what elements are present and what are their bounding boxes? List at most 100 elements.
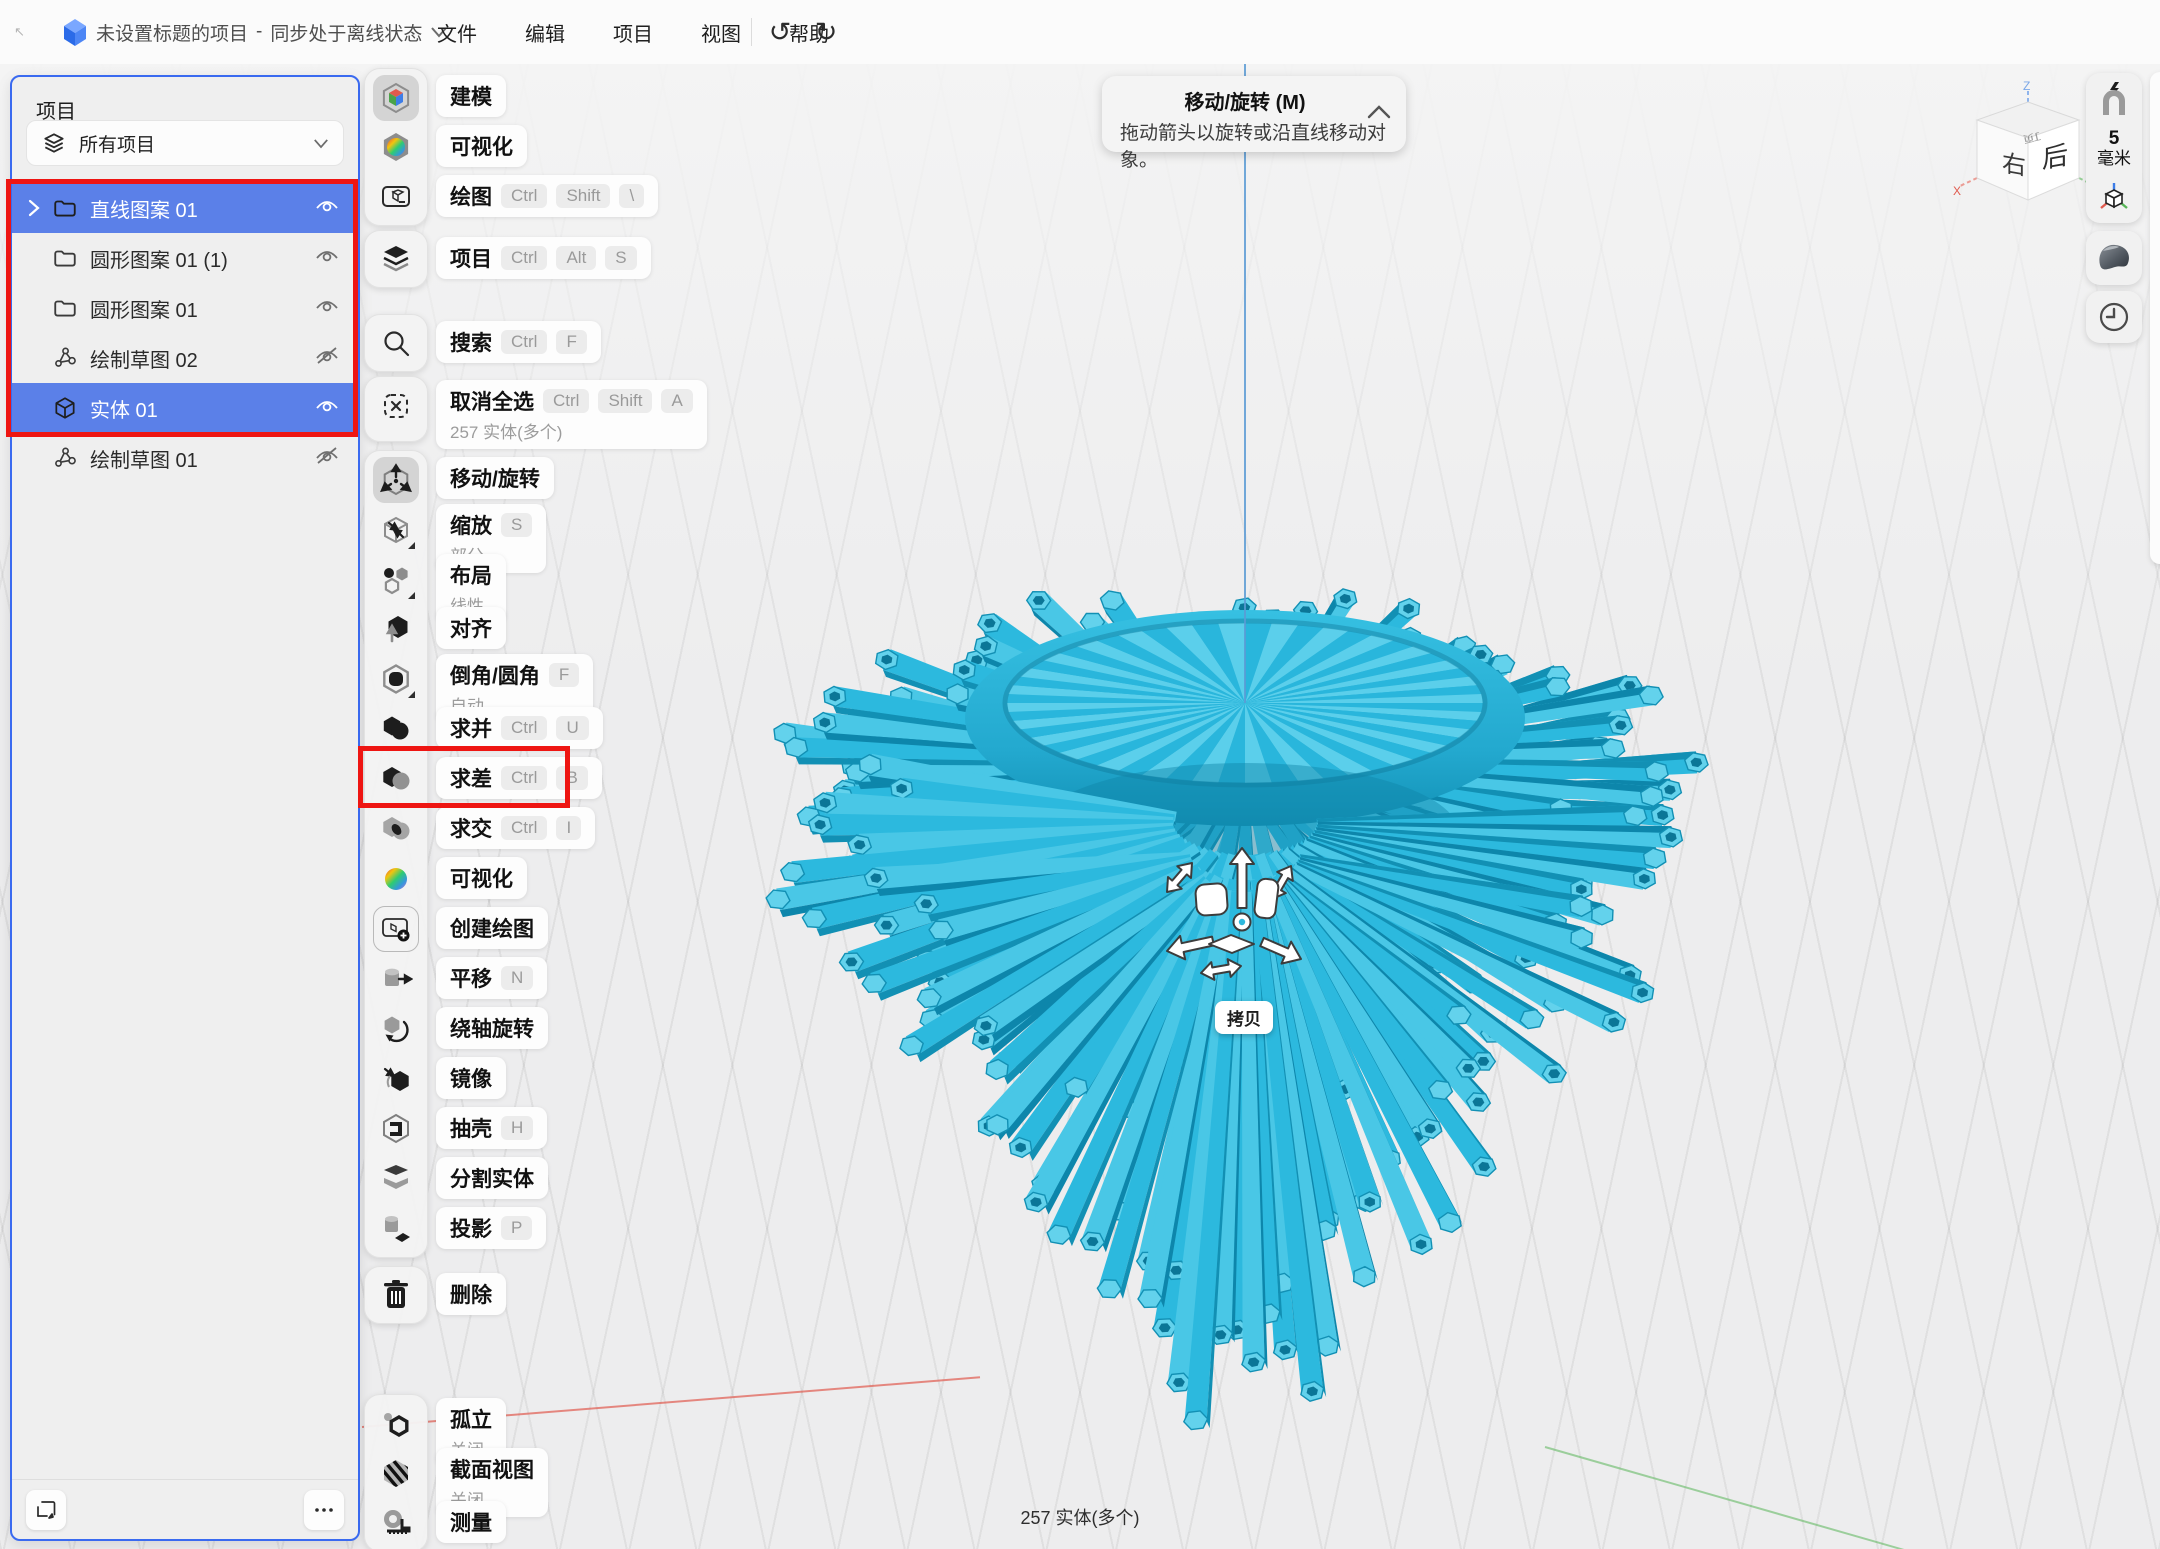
tool-title: 对齐 — [450, 613, 492, 643]
collapsed-side-panel[interactable] — [2150, 72, 2160, 564]
tree-item[interactable]: 实体 01 — [12, 383, 358, 433]
tool-group-2 — [364, 230, 428, 288]
tree-item[interactable]: 圆形图案 01 (1) — [12, 233, 358, 283]
tool-title: 求交 — [450, 813, 492, 843]
tool-title: 求并 — [450, 713, 492, 743]
tool-title: 求差 — [450, 763, 492, 793]
tool-button-fillet[interactable] — [373, 656, 419, 702]
tool-button-scale[interactable] — [373, 507, 419, 553]
tool-label-search: 搜索CtrlF — [436, 321, 601, 363]
doc-title-text: 未设置标题的项目 — [96, 19, 248, 46]
tree-item-label: 绘制草图 01 — [90, 444, 314, 473]
tool-label-create-drawing: 创建绘图 — [436, 907, 548, 949]
tool-button-search[interactable] — [373, 320, 419, 366]
shortcut-key: F — [556, 330, 586, 354]
tool-label-revolve: 绕轴旋转 — [436, 1007, 548, 1049]
tool-button-subtract[interactable] — [373, 756, 419, 802]
eye-off-icon[interactable] — [314, 345, 340, 371]
tool-button-sketch-tool[interactable] — [373, 173, 419, 219]
shortcut-key: Ctrl — [501, 816, 547, 840]
eye-icon[interactable] — [314, 195, 340, 221]
tool-button-modeling[interactable] — [373, 75, 419, 121]
tool-title: 截面视图 — [450, 1454, 534, 1484]
history-panel — [2086, 291, 2142, 343]
tool-title: 抽壳 — [450, 1113, 492, 1143]
eye-icon[interactable] — [314, 395, 340, 421]
project-filter-dropdown[interactable]: 所有项目 — [26, 120, 344, 166]
tool-button-align[interactable] — [373, 607, 419, 653]
tool-button-mirror[interactable] — [373, 1055, 419, 1101]
gizmo-copy-label[interactable]: 拷贝 — [1215, 1001, 1273, 1034]
shortcut-key: I — [556, 816, 581, 840]
tool-button-shell[interactable] — [373, 1105, 419, 1151]
shortcut-key: Ctrl — [501, 246, 547, 270]
snap-magnet-icon[interactable] — [2097, 81, 2131, 117]
tree-item[interactable]: 圆形图案 01 — [12, 283, 358, 333]
shortcut-key: U — [556, 716, 588, 740]
tool-label-trash: 删除 — [436, 1273, 506, 1315]
tool-button-split[interactable] — [373, 1155, 419, 1201]
doc-title-separator: - — [256, 21, 262, 43]
history-clock-icon[interactable] — [2097, 300, 2131, 334]
document-title[interactable]: 未设置标题的项目 - 同步处于离线状态 — [96, 0, 448, 64]
menu-3[interactable]: 项目 — [613, 18, 653, 47]
flyout-indicator — [408, 691, 415, 698]
tool-title: 删除 — [450, 1279, 492, 1309]
tool-button-visualize[interactable] — [373, 124, 419, 170]
tree-item[interactable]: 绘制草图 02 — [12, 333, 358, 383]
grid-size-value[interactable]: 5 毫米 — [2097, 129, 2131, 169]
shading-panel — [2086, 231, 2142, 285]
tool-button-revolve[interactable] — [373, 1006, 419, 1052]
tree-item-label: 实体 01 — [90, 394, 314, 423]
collapse-hint-button[interactable] — [1366, 104, 1392, 120]
tool-title: 移动/旋转 — [450, 463, 540, 493]
tool-button-deselect[interactable] — [373, 383, 419, 429]
tool-button-isolate[interactable] — [373, 1401, 419, 1447]
tree-item-label: 直线图案 01 — [90, 194, 314, 223]
tool-button-create-drawing[interactable] — [373, 906, 419, 952]
tool-group-6 — [364, 1266, 428, 1324]
tool-button-project-tool[interactable] — [373, 1205, 419, 1251]
tool-group-5 — [364, 450, 428, 1258]
app-logo-icon — [60, 17, 90, 47]
material-shading-icon[interactable] — [2095, 241, 2133, 275]
shortcut-key: H — [501, 1116, 533, 1140]
chevron-right-icon[interactable] — [26, 198, 52, 218]
view-cube[interactable]: Z X Y 顶 右 后 — [1952, 80, 2097, 205]
tool-label-modeling: 建模 — [436, 75, 506, 117]
tool-button-project-layers[interactable] — [373, 236, 419, 282]
view-cube-right-face: 后 — [2042, 140, 2068, 174]
folder-icon — [52, 245, 90, 271]
eye-off-icon[interactable] — [314, 445, 340, 471]
tool-button-colorwheel[interactable] — [373, 856, 419, 902]
tool-button-translate[interactable] — [373, 956, 419, 1002]
tree-item[interactable]: 绘制草图 01 — [12, 433, 358, 483]
axis-z-label: Z — [2023, 80, 2030, 93]
tool-title: 可视化 — [450, 131, 513, 161]
folder-icon — [52, 295, 90, 321]
tool-button-layout[interactable] — [373, 557, 419, 603]
tree-item[interactable]: 直线图案 01 — [12, 183, 358, 233]
shortcut-key: Ctrl — [501, 184, 547, 208]
redo-button[interactable]: ↻ — [806, 10, 846, 54]
tool-label-split: 分割实体 — [436, 1157, 548, 1199]
eye-icon[interactable] — [314, 245, 340, 271]
tool-group-3 — [364, 314, 428, 372]
tool-label-union: 求并CtrlU — [436, 707, 603, 749]
orientation-cube-icon[interactable] — [2097, 181, 2131, 215]
menu-1[interactable]: 文件 — [437, 18, 477, 47]
tool-group-1 — [364, 68, 428, 226]
tool-title: 取消全选 — [450, 386, 534, 416]
tool-button-move-rotate[interactable] — [373, 457, 419, 503]
tool-button-trash[interactable] — [373, 1272, 419, 1318]
menu-4[interactable]: 视图 — [701, 18, 741, 47]
undo-button[interactable]: ↺ — [760, 10, 800, 54]
tool-title: 分割实体 — [450, 1163, 534, 1193]
eye-icon[interactable] — [314, 295, 340, 321]
tool-title: 绕轴旋转 — [450, 1013, 534, 1043]
tool-button-section[interactable] — [373, 1450, 419, 1496]
tool-button-intersect[interactable] — [373, 806, 419, 852]
tool-button-union[interactable] — [373, 706, 419, 752]
menu-2[interactable]: 编辑 — [525, 18, 565, 47]
shortcut-key: A — [661, 389, 692, 413]
